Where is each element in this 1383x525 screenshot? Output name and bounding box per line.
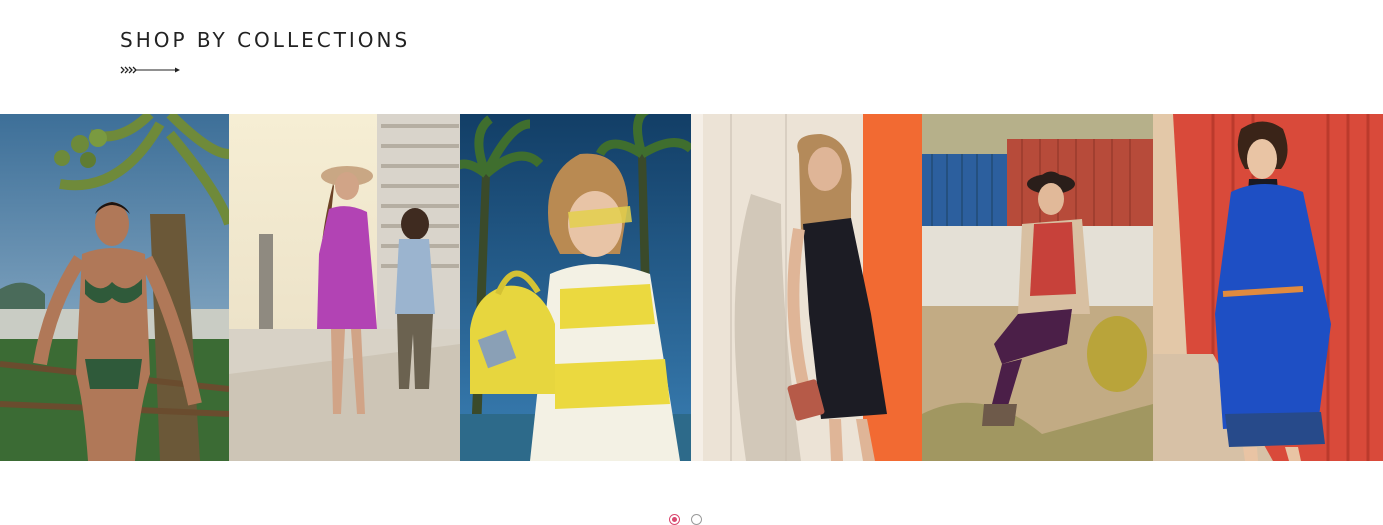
collection-image [0,114,229,461]
section-title: SHOP BY COLLECTIONS [120,28,411,52]
collections-gallery [0,114,1383,461]
collection-tile-yellow-bag[interactable] [460,114,691,461]
collection-tile-blue-coat[interactable] [1153,114,1383,461]
collection-image [460,114,691,461]
arrow-right-icon [120,66,180,74]
collection-tile-black-dress[interactable] [691,114,922,461]
collection-tile-plaid-shirt[interactable] [922,114,1153,461]
collection-image [691,114,922,461]
collection-image [922,114,1153,461]
collection-tile-beach-swimwear[interactable] [0,114,229,461]
collection-tile-pink-shirt-dress[interactable] [229,114,460,461]
collection-image [229,114,460,461]
collection-image [1153,114,1383,461]
